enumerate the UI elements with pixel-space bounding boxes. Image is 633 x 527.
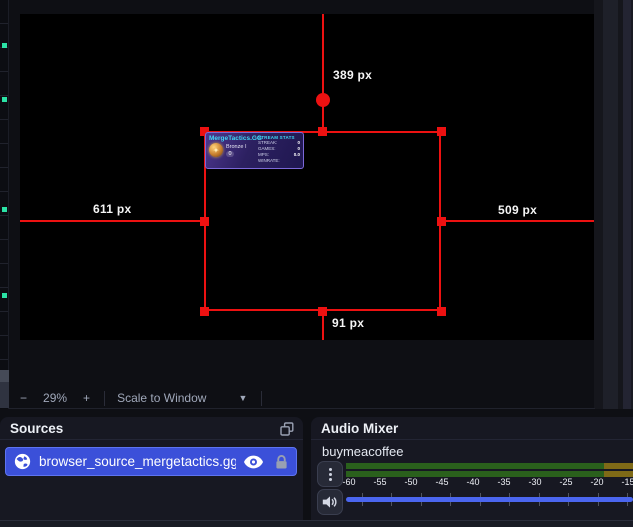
speaker-icon bbox=[322, 495, 338, 509]
zoom-level-label: 29% bbox=[43, 391, 67, 405]
sources-panel-title: Sources bbox=[10, 421, 63, 436]
resize-handle-bottom-center[interactable] bbox=[318, 307, 327, 316]
scale-mode-select[interactable]: Scale to Window bbox=[117, 391, 206, 405]
bronze-medal-icon: ✦ bbox=[209, 143, 223, 157]
chevron-down-icon[interactable]: ▼ bbox=[238, 393, 247, 403]
measure-label-right: 509 px bbox=[498, 203, 537, 217]
widget-rank-count: 0 bbox=[226, 151, 234, 157]
db-tick-label: -60 bbox=[342, 477, 355, 487]
mixer-speaker-mute-button[interactable] bbox=[317, 489, 343, 515]
widget-rank-label: Bronze I bbox=[226, 144, 246, 150]
divider bbox=[9, 408, 595, 409]
popout-icon[interactable] bbox=[280, 422, 294, 436]
db-tick-label: -35 bbox=[497, 477, 510, 487]
measure-line-right bbox=[441, 220, 594, 222]
measure-label-left: 611 px bbox=[93, 202, 132, 216]
volume-meter-left-channel bbox=[346, 463, 633, 469]
right-edge-band bbox=[603, 0, 618, 409]
sources-panel: Sources browser_source_mergetactics.gg bbox=[0, 417, 303, 520]
db-tick-label: -30 bbox=[528, 477, 541, 487]
globe-icon bbox=[14, 453, 31, 470]
resize-handle-mid-right[interactable] bbox=[437, 217, 446, 226]
volume-slider[interactable] bbox=[346, 497, 633, 502]
measure-line-top bbox=[322, 14, 324, 131]
lock-icon[interactable] bbox=[275, 454, 288, 470]
measure-line-left bbox=[20, 220, 204, 222]
measure-label-top: 389 px bbox=[333, 68, 372, 82]
status-dot bbox=[2, 207, 7, 212]
right-edge-band bbox=[594, 0, 603, 409]
canvas-statusbar: − 29% + Scale to Window ▼ bbox=[18, 388, 262, 408]
widget-stat-row: WINRATE: bbox=[258, 158, 300, 164]
audio-mixer-title: Audio Mixer bbox=[321, 421, 398, 436]
db-tick-label: -55 bbox=[373, 477, 386, 487]
db-tick-label: -15 bbox=[621, 477, 633, 487]
statusbar-separator bbox=[104, 391, 105, 406]
sources-panel-header: Sources bbox=[0, 417, 303, 440]
db-tick-label: -20 bbox=[590, 477, 603, 487]
resize-handle-top-right[interactable] bbox=[437, 127, 446, 136]
status-dot bbox=[2, 293, 7, 298]
resize-handle-bottom-left[interactable] bbox=[200, 307, 209, 316]
app-window: MergeTactics.GG ✦ Bronze I 0 STREAM STAT… bbox=[0, 0, 633, 527]
left-edge-list-strip bbox=[0, 0, 9, 409]
resize-handle-top-center[interactable] bbox=[318, 127, 327, 136]
widget-left-section: MergeTactics.GG ✦ Bronze I 0 bbox=[209, 135, 258, 166]
mixer-source-name: buymeacoffee bbox=[322, 444, 403, 459]
strip-scroll-block bbox=[0, 370, 9, 382]
zoom-out-button[interactable]: − bbox=[18, 391, 29, 405]
measure-label-bottom: 91 px bbox=[332, 316, 364, 330]
source-name: browser_source_mergetactics.gg bbox=[39, 454, 236, 469]
strip-scroll-block bbox=[0, 382, 9, 408]
source-row-browser-source[interactable]: browser_source_mergetactics.gg bbox=[5, 447, 297, 476]
zoom-in-button[interactable]: + bbox=[81, 391, 92, 405]
widget-stats-section: STREAM STATS STREAK:0 GAMES:0 MPS:0.0 WI… bbox=[258, 135, 300, 166]
status-dot bbox=[2, 43, 7, 48]
audio-mixer-panel: Audio Mixer buymeacoffee -60 -55 -50 -45… bbox=[311, 417, 633, 520]
audio-mixer-header: Audio Mixer bbox=[311, 417, 633, 440]
status-dot bbox=[2, 97, 7, 102]
measure-origin-dot bbox=[316, 93, 330, 107]
resize-handle-bottom-right[interactable] bbox=[437, 307, 446, 316]
bottom-panel-edge bbox=[0, 520, 633, 527]
statusbar-separator bbox=[261, 391, 262, 406]
db-scale: -60 -55 -50 -45 -40 -35 -30 -25 -20 -15 bbox=[311, 477, 633, 488]
resize-handle-mid-left[interactable] bbox=[200, 217, 209, 226]
widget-title: MergeTactics.GG bbox=[209, 135, 258, 142]
db-tick-label: -50 bbox=[404, 477, 417, 487]
db-tick-label: -40 bbox=[466, 477, 479, 487]
db-tick-label: -45 bbox=[435, 477, 448, 487]
right-edge-band bbox=[623, 0, 631, 409]
mergetactics-overlay-widget[interactable]: MergeTactics.GG ✦ Bronze I 0 STREAM STAT… bbox=[205, 132, 304, 169]
db-tick-label: -25 bbox=[559, 477, 572, 487]
visibility-eye-icon[interactable] bbox=[244, 455, 263, 469]
